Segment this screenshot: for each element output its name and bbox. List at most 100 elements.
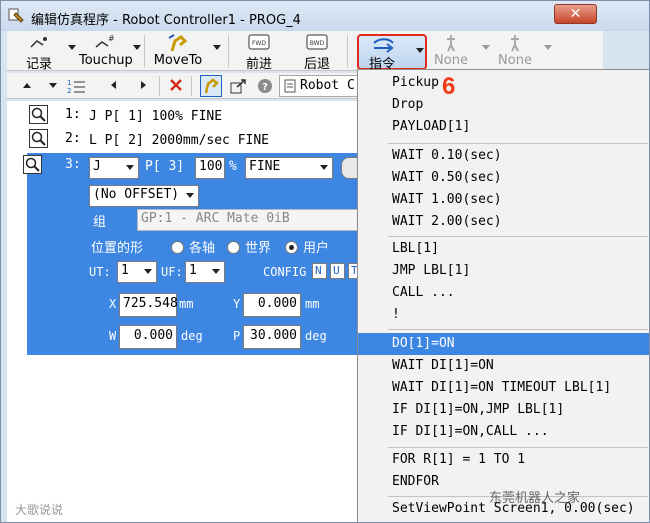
instruction-dropdown-icon[interactable] xyxy=(416,48,424,53)
line-3-magnifier[interactable] xyxy=(23,155,42,174)
none-button-1[interactable]: None xyxy=(431,33,471,68)
menu-item-wait-200[interactable]: WAIT 2.00(sec) xyxy=(358,211,649,233)
line-1-magnifier[interactable] xyxy=(29,105,48,124)
robot-teach-icon[interactable] xyxy=(200,75,222,97)
instruction-button[interactable]: 指令 xyxy=(357,34,427,72)
touchup-label: Touchup xyxy=(79,53,133,68)
w-unit: deg xyxy=(181,329,203,343)
instruction-icon xyxy=(373,38,394,53)
jump-icon[interactable] xyxy=(230,78,248,94)
move-up-icon[interactable] xyxy=(23,83,31,88)
ut-select[interactable]: 1 xyxy=(117,261,157,283)
line-number-icon[interactable]: 12 xyxy=(67,77,87,95)
svg-text:#: # xyxy=(108,34,115,43)
menu-item-comment[interactable]: ! xyxy=(358,304,649,326)
p-label: P xyxy=(233,329,241,343)
w-input[interactable]: 0.000 xyxy=(119,325,177,349)
moveto-dropdown-icon[interactable] xyxy=(213,45,221,50)
main-toolbar: 记录 # Touchup MoveTo FWD 前进 BWD 后退 指令 Non… xyxy=(7,31,603,72)
menu-item-payload[interactable]: PAYLOAD[1] xyxy=(358,116,649,138)
moveto-button[interactable]: MoveTo xyxy=(151,33,205,68)
menu-item-for[interactable]: FOR R[1] = 1 TO 1 xyxy=(358,449,649,471)
menu-item-wait-050[interactable]: WAIT 0.50(sec) xyxy=(358,167,649,189)
menu-item-if-di-jmp[interactable]: IF DI[1]=ON,JMP LBL[1] xyxy=(358,399,649,421)
radio-joint-label: 各轴 xyxy=(189,241,216,256)
forward-icon: FWD xyxy=(248,34,270,50)
title-bar: 编辑仿真程序 - Robot Controller1 - PROG_4 ✕ xyxy=(1,1,649,31)
menu-item-wait-100[interactable]: WAIT 1.00(sec) xyxy=(358,189,649,211)
line-1-text[interactable]: J P[ 1] 100% FINE xyxy=(89,109,222,124)
group-field[interactable]: GP:1 - ARC Mate 0iB xyxy=(137,209,367,231)
move-down-icon[interactable] xyxy=(49,83,57,88)
touchup-button[interactable]: # Touchup xyxy=(79,33,133,68)
none-label-1: None xyxy=(434,53,468,68)
none-label-2: None xyxy=(498,53,532,68)
config-flag-u[interactable]: U xyxy=(330,263,345,279)
moveto-icon xyxy=(168,34,188,52)
position-form-label: 位置的形 xyxy=(91,241,144,256)
help-icon[interactable]: ? xyxy=(257,78,273,94)
y-input[interactable]: 0.000 xyxy=(243,293,301,317)
forward-button[interactable]: FWD 前进 xyxy=(241,33,277,72)
menu-item-wait-010[interactable]: WAIT 0.10(sec) xyxy=(358,145,649,167)
group-label: 组 xyxy=(93,215,107,230)
none-icon xyxy=(447,35,455,52)
menu-separator xyxy=(388,236,648,237)
uf-label: UF: xyxy=(161,265,183,279)
robot-selector[interactable]: Robot C xyxy=(279,75,363,97)
ut-label: UT: xyxy=(89,265,111,279)
record-button[interactable]: 记录 xyxy=(21,33,57,72)
next-icon[interactable] xyxy=(141,81,146,89)
motion-type-select[interactable]: J xyxy=(89,157,139,179)
uf-select[interactable]: 1 xyxy=(185,261,225,283)
radio-world[interactable] xyxy=(227,241,240,254)
config-flag-n[interactable]: N xyxy=(312,263,327,279)
editor-window: 编辑仿真程序 - Robot Controller1 - PROG_4 ✕ 记录… xyxy=(0,0,650,523)
menu-item-call[interactable]: CALL ... xyxy=(358,282,649,304)
x-input[interactable]: 725.548 xyxy=(119,293,178,317)
robot-icon xyxy=(284,79,296,93)
none-icon xyxy=(511,35,519,52)
menu-item-wait-di-timeout[interactable]: WAIT DI[1]=ON TIMEOUT LBL[1] xyxy=(358,377,649,399)
termination-select[interactable]: FINE xyxy=(245,157,333,179)
radio-user[interactable] xyxy=(285,241,298,254)
touchup-icon: # xyxy=(95,34,115,48)
backward-button[interactable]: BWD 后退 xyxy=(299,33,335,72)
menu-item-if-di-call[interactable]: IF DI[1]=ON,CALL ... xyxy=(358,421,649,443)
menu-item-do-on[interactable]: DO[1]=ON xyxy=(358,333,649,355)
menu-separator xyxy=(388,447,648,448)
offset-select[interactable]: (No OFFSET) xyxy=(89,185,199,207)
delete-icon[interactable] xyxy=(169,78,183,92)
none-dropdown-icon-2[interactable] xyxy=(544,45,552,50)
p-input[interactable]: 30.000 xyxy=(243,325,301,349)
line-2-text[interactable]: L P[ 2] 2000mm/sec FINE xyxy=(89,133,269,148)
radio-joint[interactable] xyxy=(171,241,184,254)
line-2-magnifier[interactable] xyxy=(29,129,48,148)
robot-selector-label: Robot C xyxy=(300,78,355,93)
none-button-2[interactable]: None xyxy=(495,33,535,68)
toolbar-divider xyxy=(144,35,145,67)
record-dropdown-icon[interactable] xyxy=(68,45,76,50)
line-1-number: 1: xyxy=(65,107,81,122)
touchup-dropdown-icon[interactable] xyxy=(133,45,141,50)
instruction-menu: Pickup Drop PAYLOAD[1] WAIT 0.10(sec) WA… xyxy=(357,69,649,522)
menu-item-pickup[interactable]: Pickup xyxy=(358,72,649,94)
previous-icon[interactable] xyxy=(111,81,116,89)
radio-world-label: 世界 xyxy=(245,241,272,256)
close-button[interactable]: ✕ xyxy=(554,4,597,24)
step-annotation: 6 xyxy=(442,73,456,100)
x-label: X xyxy=(109,297,117,311)
none-dropdown-icon-1[interactable] xyxy=(482,45,490,50)
y-unit: mm xyxy=(305,297,320,311)
menu-item-wait-di[interactable]: WAIT DI[1]=ON xyxy=(358,355,649,377)
menu-item-drop[interactable]: Drop xyxy=(358,94,649,116)
svg-text:1: 1 xyxy=(67,79,71,87)
toolbar-divider xyxy=(159,76,160,96)
menu-item-jmp-lbl[interactable]: JMP LBL[1] xyxy=(358,260,649,282)
watermark-left: 大歌说说 xyxy=(15,503,64,517)
speed-input[interactable]: 100 xyxy=(195,157,225,179)
svg-text:2: 2 xyxy=(67,87,71,95)
menu-item-lbl[interactable]: LBL[1] xyxy=(358,238,649,260)
backward-icon-text: BWD xyxy=(310,40,325,47)
magnifier-icon xyxy=(31,131,46,146)
